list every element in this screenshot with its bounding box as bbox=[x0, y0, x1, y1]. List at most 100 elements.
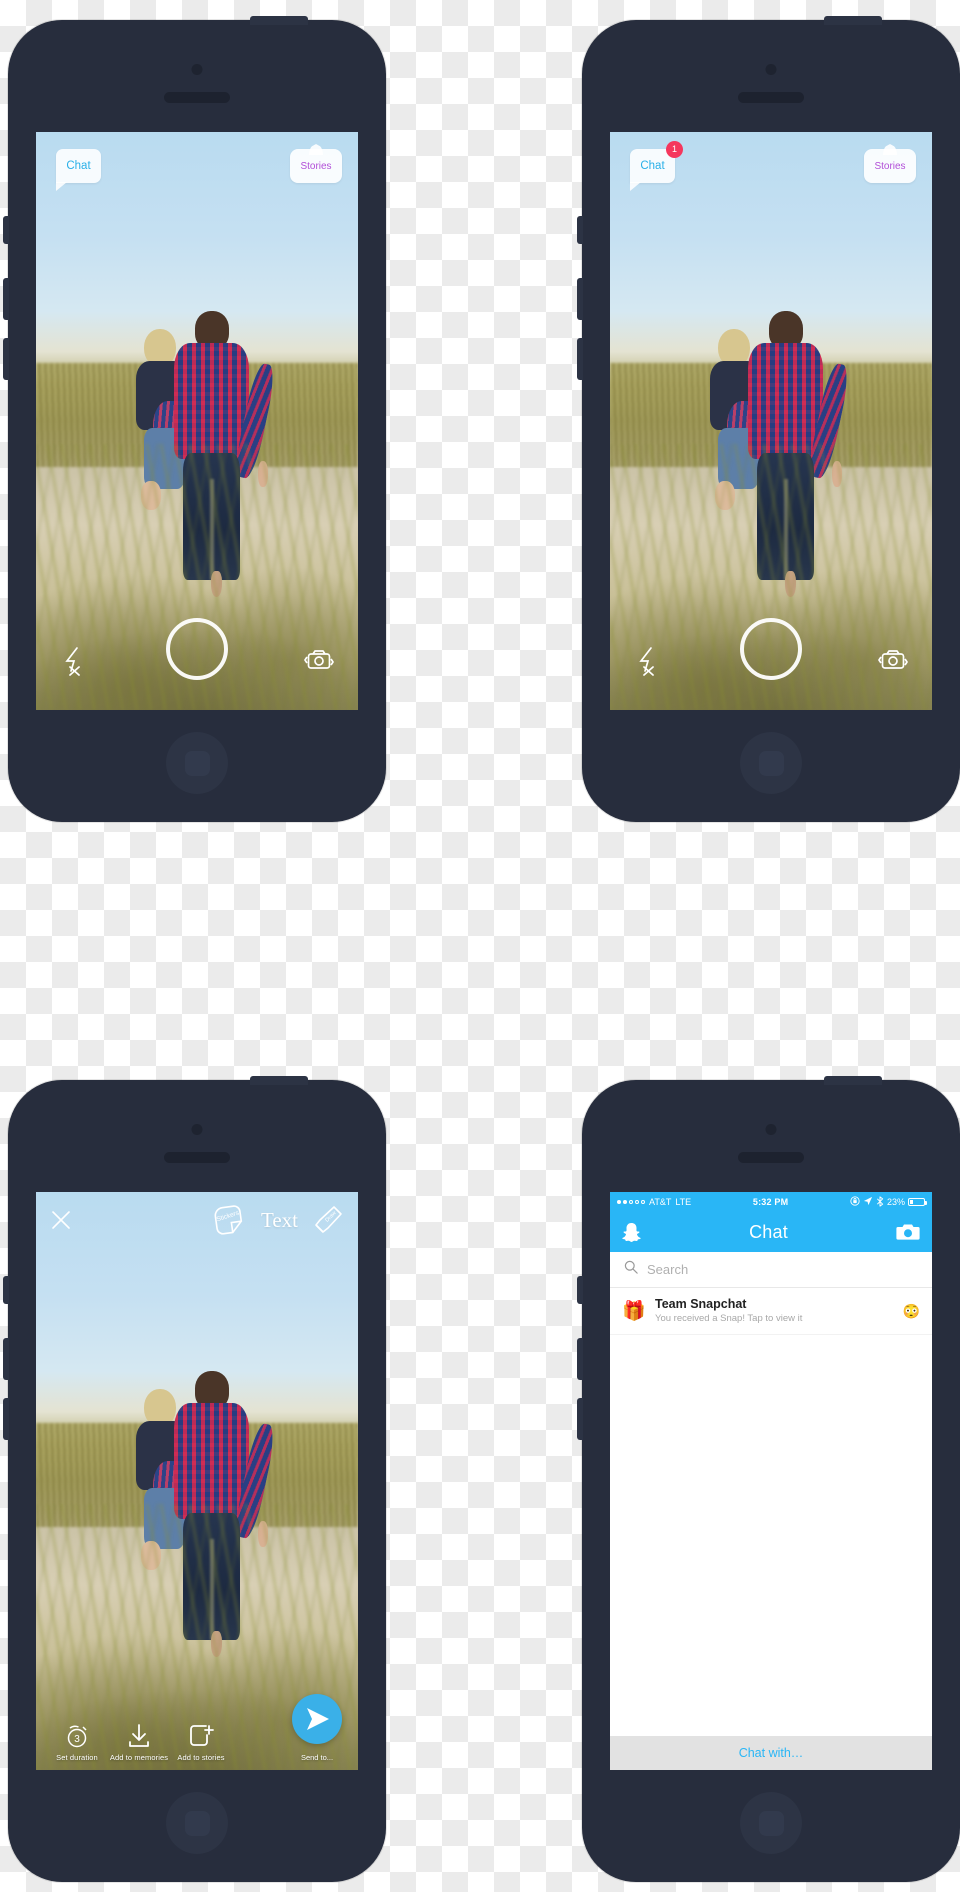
chat-tab-button[interactable]: Chat 1 bbox=[630, 141, 683, 191]
silent-switch[interactable] bbox=[3, 1276, 9, 1304]
search-bar[interactable]: Search bbox=[610, 1252, 932, 1288]
earpiece-speaker bbox=[738, 92, 804, 103]
battery-icon bbox=[908, 1198, 927, 1206]
phone-camera-badged: Chat 1 Stories bbox=[577, 16, 960, 822]
man-figure bbox=[174, 1371, 279, 1660]
editor-toolbar-bottom: 3 Set duration Add to memories Add to st… bbox=[36, 1694, 358, 1770]
clock-label: 5:32 PM bbox=[752, 1197, 789, 1207]
front-camera-icon bbox=[765, 1124, 777, 1135]
volume-down-button[interactable] bbox=[3, 338, 9, 380]
chat-with-button[interactable]: Chat with… bbox=[610, 1736, 932, 1770]
stories-tab-button[interactable]: Stories bbox=[290, 148, 342, 183]
add-to-memories-action[interactable]: Add to memories bbox=[108, 1723, 170, 1762]
silent-switch[interactable] bbox=[577, 216, 583, 244]
chat-subtitle: You received a Snap! Tap to view it bbox=[655, 1312, 803, 1324]
download-icon bbox=[126, 1723, 152, 1749]
send-to-label: Send to... bbox=[300, 1753, 334, 1762]
network-label: LTE bbox=[675, 1197, 692, 1207]
svg-text:Draw: Draw bbox=[324, 1210, 337, 1223]
editor-toolbar-top: Stickers Text Draw bbox=[36, 1192, 358, 1248]
stories-tab-button[interactable]: Stories bbox=[864, 148, 916, 183]
stories-tab-label: Stories bbox=[300, 160, 332, 172]
home-button[interactable] bbox=[740, 1792, 802, 1854]
camera-icon[interactable] bbox=[896, 1223, 920, 1241]
signal-strength-icon bbox=[617, 1200, 645, 1204]
location-arrow-icon bbox=[863, 1196, 873, 1208]
search-icon bbox=[624, 1260, 638, 1279]
chat-with-label: Chat with… bbox=[738, 1746, 804, 1760]
volume-down-button[interactable] bbox=[3, 1398, 9, 1440]
chat-tab-button[interactable]: Chat bbox=[56, 149, 101, 191]
screen-camera-badged: Chat 1 Stories bbox=[610, 132, 932, 710]
chat-tab-label: Chat bbox=[66, 160, 91, 172]
battery-percent-label: 23% bbox=[886, 1197, 905, 1207]
text-tool-label[interactable]: Text bbox=[261, 1208, 298, 1233]
send-to-action[interactable]: Send to... bbox=[286, 1694, 348, 1762]
close-icon[interactable] bbox=[50, 1209, 72, 1231]
volume-down-button[interactable] bbox=[577, 1398, 583, 1440]
add-to-memories-label: Add to memories bbox=[109, 1753, 169, 1762]
camera-flip-icon[interactable] bbox=[304, 648, 334, 674]
front-camera-icon bbox=[765, 64, 777, 75]
friend-emoji: 😳 bbox=[902, 1302, 920, 1319]
volume-up-button[interactable] bbox=[3, 1338, 9, 1380]
add-square-icon bbox=[188, 1723, 214, 1749]
home-button[interactable] bbox=[166, 1792, 228, 1854]
power-button[interactable] bbox=[824, 1076, 882, 1085]
volume-up-button[interactable] bbox=[3, 278, 9, 320]
chat-list-empty-area bbox=[610, 1335, 932, 1736]
draw-icon[interactable]: Draw bbox=[314, 1205, 344, 1235]
set-duration-label: Set duration bbox=[56, 1753, 98, 1762]
carrier-label: AT&T bbox=[649, 1197, 672, 1207]
home-button[interactable] bbox=[166, 732, 228, 794]
volume-up-button[interactable] bbox=[577, 1338, 583, 1380]
power-button[interactable] bbox=[824, 16, 882, 25]
stickers-icon[interactable]: Stickers bbox=[211, 1203, 245, 1237]
phone-chat: AT&T LTE 5:32 PM 23% Chat Search 🎁 Team … bbox=[577, 1076, 960, 1882]
book-notch bbox=[309, 148, 323, 157]
flash-off-icon[interactable] bbox=[62, 646, 88, 676]
send-icon[interactable] bbox=[292, 1694, 342, 1744]
earpiece-speaker bbox=[164, 92, 230, 103]
avatar: 🎁 bbox=[622, 1300, 646, 1322]
earpiece-speaker bbox=[164, 1152, 230, 1163]
man-figure bbox=[748, 311, 853, 600]
volume-up-button[interactable] bbox=[577, 278, 583, 320]
front-camera-icon bbox=[191, 64, 203, 75]
shutter-button[interactable] bbox=[740, 618, 802, 680]
search-input[interactable]: Search bbox=[647, 1262, 688, 1277]
snap-preview-photo bbox=[36, 1192, 358, 1770]
shutter-button[interactable] bbox=[166, 618, 228, 680]
svg-text:3: 3 bbox=[74, 1734, 80, 1745]
bluetooth-icon bbox=[876, 1195, 884, 1209]
phone-camera-default: Chat Stories bbox=[3, 16, 386, 822]
book-notch bbox=[883, 148, 897, 157]
page-title: Chat bbox=[749, 1221, 788, 1242]
nav-bar: Chat bbox=[610, 1212, 932, 1252]
chat-unread-badge: 1 bbox=[666, 141, 683, 158]
camera-flip-icon[interactable] bbox=[878, 648, 908, 674]
front-camera-icon bbox=[191, 1124, 203, 1135]
screen-chat: AT&T LTE 5:32 PM 23% Chat Search 🎁 Team … bbox=[610, 1192, 932, 1770]
add-to-stories-label: Add to stories bbox=[177, 1753, 225, 1762]
snapchat-ghost-icon[interactable] bbox=[622, 1222, 641, 1243]
chat-list-item[interactable]: 🎁 Team Snapchat You received a Snap! Tap… bbox=[610, 1288, 932, 1336]
timer-icon: 3 bbox=[64, 1723, 90, 1749]
chat-tab-label: Chat bbox=[640, 160, 665, 172]
silent-switch[interactable] bbox=[3, 216, 9, 244]
screen-camera-default: Chat Stories bbox=[36, 132, 358, 710]
silent-switch[interactable] bbox=[577, 1276, 583, 1304]
power-button[interactable] bbox=[250, 16, 308, 25]
rotation-lock-icon bbox=[850, 1196, 860, 1208]
screen-editor: Stickers Text Draw 3 Set duration Add to… bbox=[36, 1192, 358, 1770]
man-figure bbox=[174, 311, 279, 600]
home-button[interactable] bbox=[740, 732, 802, 794]
add-to-stories-action[interactable]: Add to stories bbox=[170, 1723, 232, 1762]
stories-tab-label: Stories bbox=[874, 160, 906, 172]
volume-down-button[interactable] bbox=[577, 338, 583, 380]
earpiece-speaker bbox=[738, 1152, 804, 1163]
set-duration-action[interactable]: 3 Set duration bbox=[46, 1723, 108, 1762]
flash-off-icon[interactable] bbox=[636, 646, 662, 676]
power-button[interactable] bbox=[250, 1076, 308, 1085]
status-bar: AT&T LTE 5:32 PM 23% bbox=[610, 1192, 932, 1212]
